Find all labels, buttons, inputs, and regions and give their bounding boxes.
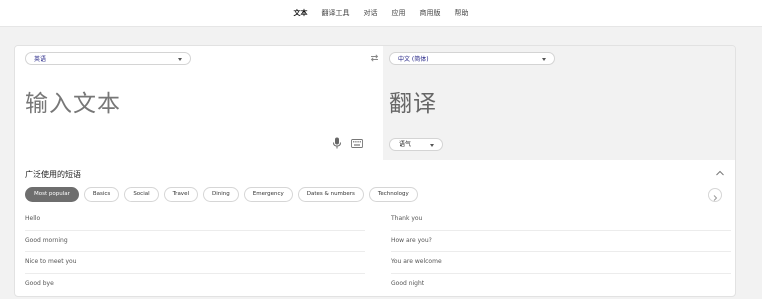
chevron-down-icon: [430, 144, 434, 147]
chevron-down-icon: [178, 58, 182, 61]
source-text-input[interactable]: 输入文本: [25, 84, 121, 118]
nav-item-translator-tools[interactable]: 翻译工具: [315, 0, 357, 26]
chevron-down-icon: [542, 58, 546, 61]
phrase-item[interactable]: Hello: [25, 209, 365, 231]
tone-select[interactable]: 语气: [389, 138, 443, 151]
phrase-item[interactable]: Good bye: [25, 274, 365, 295]
chevron-up-icon[interactable]: [715, 169, 725, 177]
translation-output: 翻译: [389, 91, 437, 117]
phrase-item[interactable]: Good morning: [25, 231, 365, 252]
chip-travel[interactable]: Travel: [163, 187, 198, 202]
nav-item-conversation[interactable]: 对话: [357, 0, 385, 26]
target-language-select[interactable]: 中文 (简体): [389, 52, 555, 65]
phrase-item[interactable]: How are you?: [391, 231, 731, 252]
phrase-categories: Most popular Basics Social Travel Dining…: [25, 187, 418, 202]
target-panel: 中文 (简体) 翻译 语气: [383, 46, 735, 160]
chip-most-popular[interactable]: Most popular: [25, 187, 79, 202]
chip-technology[interactable]: Technology: [368, 187, 418, 202]
top-nav: 文本 翻译工具 对话 应用 商用版 帮助: [0, 0, 762, 27]
microphone-icon[interactable]: [332, 137, 342, 149]
phrases-title: 广泛使用的短语: [25, 170, 81, 179]
nav-item-text[interactable]: 文本: [287, 0, 315, 26]
phrases-right-column: Thank you How are you? You are welcome G…: [391, 209, 731, 294]
swap-arrows-icon[interactable]: [370, 54, 379, 62]
nav-item-business[interactable]: 商用版: [413, 0, 448, 26]
chip-social[interactable]: Social: [124, 187, 159, 202]
tone-label: 语气: [399, 141, 412, 148]
target-language-label: 中文 (简体): [398, 56, 429, 63]
next-categories-button[interactable]: [708, 188, 722, 202]
translator-card: 英语 输入文本 中文 (简体) 翻译 语气 广泛使用的短语 Most popul…: [14, 45, 736, 297]
nav-item-apps[interactable]: 应用: [385, 0, 413, 26]
phrase-item[interactable]: Nice to meet you: [25, 252, 365, 274]
top-nav-items: 文本 翻译工具 对话 应用 商用版 帮助: [0, 0, 762, 26]
phrase-item[interactable]: Good night: [391, 274, 731, 295]
chevron-right-icon: [713, 195, 718, 201]
phrase-item[interactable]: You are welcome: [391, 252, 731, 274]
chip-emergency[interactable]: Emergency: [243, 187, 293, 202]
source-language-label: 英语: [34, 56, 47, 63]
nav-item-help[interactable]: 帮助: [448, 0, 476, 26]
chip-dates-numbers[interactable]: Dates & numbers: [297, 187, 364, 202]
source-language-select[interactable]: 英语: [25, 52, 191, 65]
chip-dining[interactable]: Dining: [202, 187, 239, 202]
source-panel: 英语 输入文本: [15, 46, 383, 160]
phrase-item[interactable]: Thank you: [391, 209, 731, 231]
phrases-left-column: Hello Good morning Nice to meet you Good…: [25, 209, 365, 294]
chip-basics[interactable]: Basics: [83, 187, 120, 202]
keyboard-icon[interactable]: [351, 139, 363, 148]
